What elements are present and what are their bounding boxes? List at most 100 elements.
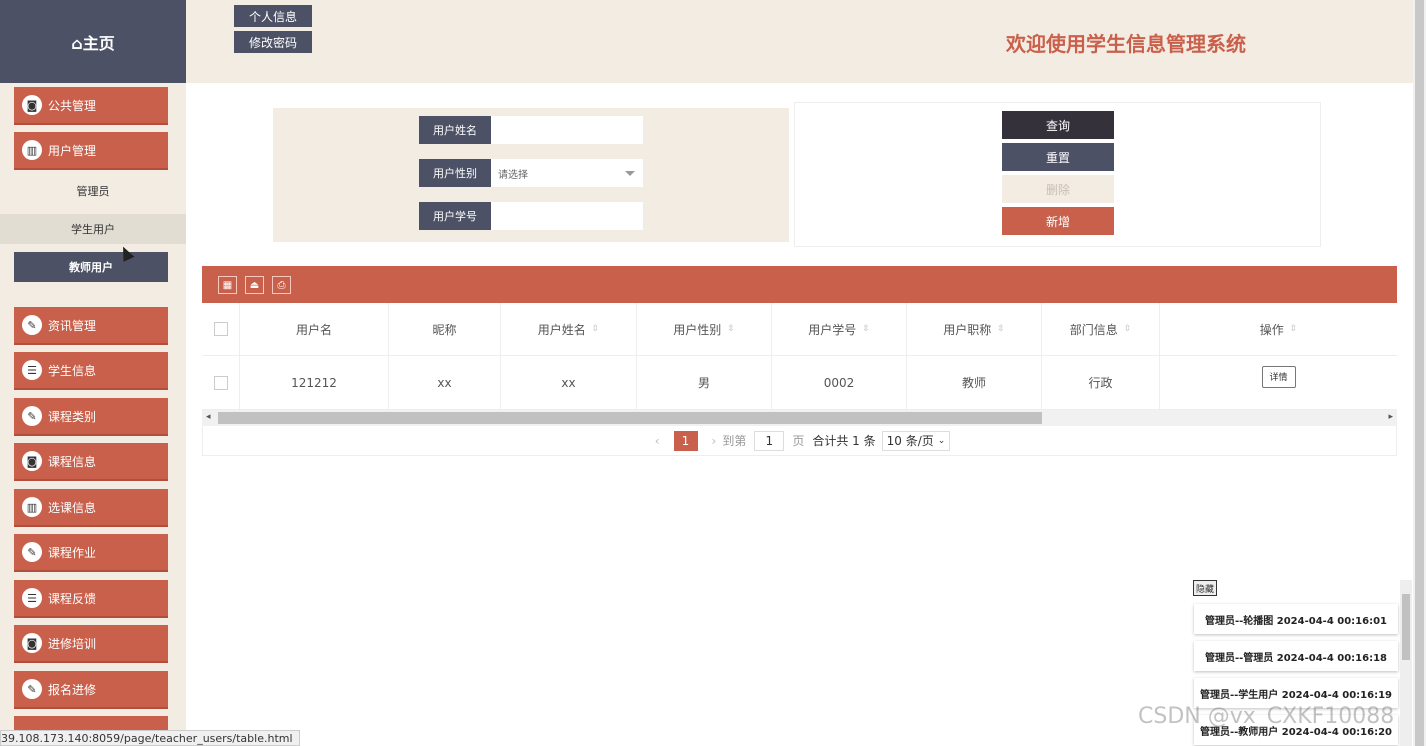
cell-student-id: 0002 — [772, 356, 907, 409]
search-panel: 用户姓名 用户性别 请选择 用户学号 — [273, 108, 789, 242]
column-header-label: 用户姓名 — [537, 322, 586, 337]
profile-button[interactable]: 个人信息 — [234, 5, 312, 27]
sidebar-item-course-info[interactable]: ◙ 课程信息 — [14, 443, 168, 481]
total-count: 合计共 1 条 — [812, 434, 876, 448]
column-header-label: 用户学号 — [808, 322, 857, 337]
sidebar-item-label: 课程信息 — [48, 454, 97, 469]
row-checkbox-cell — [202, 356, 240, 409]
page-number-current[interactable]: 1 — [673, 430, 698, 451]
column-header: 用户名 — [240, 303, 389, 355]
row-checkbox[interactable] — [213, 375, 228, 390]
student-id-input[interactable] — [491, 202, 643, 230]
sort-icon[interactable]: ⇳ — [997, 324, 1005, 334]
column-header-label: 用户名 — [295, 322, 332, 337]
column-header-label: 部门信息 — [1069, 322, 1118, 337]
sidebar-item-homework[interactable]: ✎ 课程作业 — [14, 534, 168, 572]
page-title: 欢迎使用学生信息管理系统 — [1006, 32, 1246, 56]
top-header: 个人信息 修改密码 欢迎使用学生信息管理系统 — [186, 0, 1426, 83]
sidebar-subitem-teachers[interactable]: 教师用户 — [14, 252, 168, 282]
robot-icon: ◙ — [22, 451, 42, 471]
reset-button[interactable]: 重置 — [1002, 143, 1114, 171]
sidebar-item-training[interactable]: ◙ 进修培训 — [14, 625, 168, 663]
select-all-checkbox[interactable] — [213, 322, 228, 336]
sidebar-subitem-students[interactable]: 学生用户 — [0, 214, 186, 244]
sort-icon[interactable]: ⇳ — [862, 324, 870, 334]
gender-select-value: 请选择 — [498, 169, 528, 181]
hide-log-button[interactable]: 隐藏 — [1193, 580, 1217, 596]
page-size-select[interactable]: 10 条/页 ⌄ — [881, 430, 951, 451]
export-icon[interactable]: ⏏ — [245, 276, 264, 294]
document-icon: ☰ — [22, 360, 42, 380]
query-button[interactable]: 查询 — [1002, 111, 1114, 139]
sidebar-subitem-admin[interactable]: 管理员 — [0, 176, 186, 206]
table-row[interactable]: 121212 xx xx 男 0002 教师 行政 详情 — [202, 356, 1397, 410]
document-icon: ☰ — [22, 588, 42, 608]
sidebar-item-users[interactable]: ▥ 用户管理 — [14, 132, 168, 170]
sort-icon[interactable]: ⇳ — [1290, 324, 1298, 334]
sidebar-item-label: 选课信息 — [48, 500, 97, 515]
chart-icon: ▥ — [22, 140, 42, 160]
column-header-sortable[interactable]: 用户职称 ⇳ — [907, 303, 1042, 355]
sidebar-item-news[interactable]: ✎ 资讯管理 — [14, 307, 168, 345]
edit-icon: ✎ — [22, 679, 42, 699]
detail-button[interactable]: 详情 — [1261, 365, 1296, 388]
name-label: 用户姓名 — [419, 116, 491, 144]
log-scrollbar[interactable] — [1400, 580, 1412, 746]
sidebar-item-public[interactable]: ◙ 公共管理 — [14, 87, 168, 125]
gender-select[interactable]: 请选择 — [491, 159, 643, 187]
column-header-sortable[interactable]: 用户姓名 ⇳ — [501, 303, 637, 355]
change-password-button[interactable]: 修改密码 — [234, 31, 312, 53]
cell-gender: 男 — [637, 356, 772, 409]
student-id-label: 用户学号 — [419, 202, 491, 230]
page-scrollbar-thumb[interactable] — [1415, 0, 1424, 746]
sort-icon[interactable]: ⇳ — [727, 324, 735, 334]
sidebar-item-enrollment[interactable]: ▥ 选课信息 — [14, 489, 168, 527]
column-header-sortable[interactable]: 部门信息 ⇳ — [1042, 303, 1160, 355]
actions-panel: 查询 重置 删除 新增 — [794, 102, 1321, 247]
sidebar-item-student-info[interactable]: ☰ 学生信息 — [14, 352, 168, 390]
columns-icon[interactable]: ▦ — [218, 276, 237, 294]
goto-page-input[interactable]: 1 — [754, 430, 785, 451]
sort-icon[interactable]: ⇳ — [1124, 324, 1132, 334]
name-input[interactable] — [491, 116, 643, 144]
column-header-sortable[interactable]: 操作 ⇳ — [1160, 303, 1397, 355]
cell-actions: 详情 — [1160, 356, 1397, 409]
add-button[interactable]: 新增 — [1002, 207, 1114, 235]
sidebar-item-label: 报名进修 — [48, 682, 97, 697]
sort-icon[interactable]: ⇳ — [592, 324, 600, 334]
next-page-icon[interactable]: › — [712, 434, 717, 448]
scroll-right-icon[interactable]: ▸ — [1388, 412, 1393, 422]
edit-icon: ✎ — [22, 406, 42, 426]
sidebar-item-course-category[interactable]: ✎ 课程类别 — [14, 398, 168, 436]
sidebar-item-training-signup[interactable]: ✎ 报名进修 — [14, 671, 168, 709]
sidebar-item-label: 课程类别 — [48, 409, 97, 424]
prev-page-icon[interactable]: ‹ — [655, 434, 660, 448]
column-header: 昵称 — [389, 303, 501, 355]
header-checkbox-cell — [202, 303, 240, 355]
sidebar-item-label: 资讯管理 — [48, 318, 97, 333]
goto-label: 到第 — [722, 434, 747, 448]
horizontal-scrollbar[interactable]: ◂ ▸ — [202, 410, 1397, 426]
print-icon[interactable]: ⎙ — [272, 276, 291, 294]
column-header-label: 昵称 — [432, 322, 457, 337]
column-header-label: 用户职称 — [943, 322, 992, 337]
cell-name: xx — [501, 356, 637, 409]
edit-icon: ✎ — [22, 542, 42, 562]
column-header-label: 操作 — [1259, 322, 1284, 337]
home-link[interactable]: ⌂主页 — [0, 0, 186, 83]
watermark: CSDN @vx_CXKF10088 — [1138, 704, 1395, 729]
page-size-value: 10 条/页 — [886, 434, 934, 448]
page-suffix-label: 页 — [792, 434, 805, 448]
delete-button[interactable]: 删除 — [1002, 175, 1114, 203]
scroll-left-icon[interactable]: ◂ — [206, 412, 211, 422]
scrollbar-thumb[interactable] — [218, 412, 1042, 424]
pagination: ‹ 1 › 到第 1 页 合计共 1 条 10 条/页 ⌄ — [202, 426, 1397, 456]
log-scrollbar-thumb[interactable] — [1402, 594, 1410, 660]
sidebar-item-feedback[interactable]: ☰ 课程反馈 — [14, 580, 168, 618]
column-header-sortable[interactable]: 用户性别 ⇳ — [637, 303, 772, 355]
page-scrollbar[interactable] — [1413, 0, 1426, 746]
cell-username: 121212 — [240, 356, 389, 409]
sidebar-item-label: 公共管理 — [48, 98, 97, 113]
robot-icon: ◙ — [22, 633, 42, 653]
column-header-sortable[interactable]: 用户学号 ⇳ — [772, 303, 907, 355]
